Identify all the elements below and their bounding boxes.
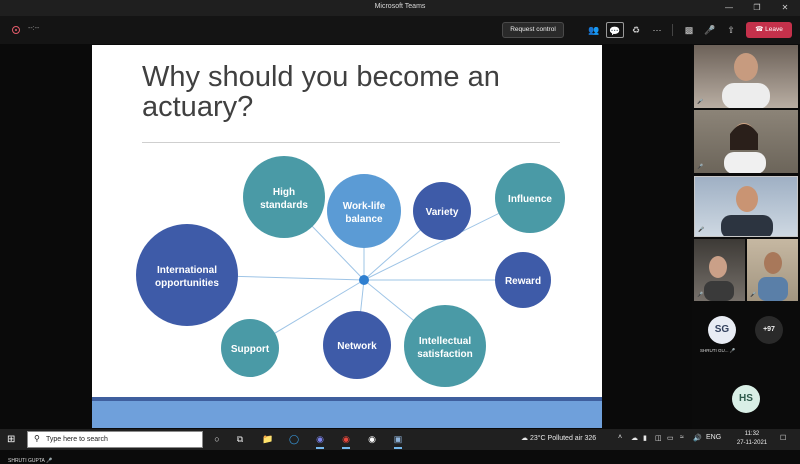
participant-avatar[interactable]: SG [708,316,736,344]
diagram-node: Reward [495,252,551,308]
windows-taskbar: ⊞ ⚲ Type here to search ○ ⧉ 📁 ◯ ◉ ◉ ◉ ▣ … [0,429,800,450]
close-window-button[interactable]: ✕ [774,0,796,16]
diagram-node-label: Intellectual [419,336,471,347]
diagram-node-label: Reward [505,276,541,287]
taskbar-clock[interactable]: 11:32 27-11-2021 [730,430,774,448]
notification-icon[interactable]: ☐ [780,434,786,442]
hub-diagram: High standards Work-life balance Variety Infl… [136,156,565,387]
mic-icon: 🎤 [697,164,704,170]
battery-icon[interactable]: ▮ [643,434,647,442]
mic-icon: 🎤 [698,227,705,233]
task-view-icon[interactable]: ⧉ [232,432,248,447]
weather-text: 23°C Polluted air 326 [529,435,597,442]
camera-icon[interactable]: ▩ [680,22,698,38]
drive-icon[interactable]: ▭ [667,434,674,442]
show-hidden-icons[interactable]: ˄ [618,434,622,441]
participant-name-label: SHRUTI GU... 🎤 [700,348,736,353]
diagram-nodes: High standards Work-life balance Variety Infl… [136,156,565,387]
leave-label: Leave [765,26,783,33]
breakout-icon[interactable]: ♻ [627,22,645,38]
share-icon[interactable]: ⇧ [722,22,740,38]
participant-video-tile[interactable]: 🎤 [694,45,798,108]
diagram-node-label: Support [231,344,270,355]
diagram-node: High standards [243,156,325,238]
diagram-node-label: satisfaction [417,349,473,360]
diagram-node-label: standards [260,200,308,211]
diagram-node-label: Influence [508,194,552,205]
volume-icon[interactable]: 🔊 [693,434,702,442]
diagram-node-label: High [273,187,295,198]
presenter-name: SHRUTI GUPTA [8,458,45,464]
diagram-node: Network [323,311,391,379]
diagram-node: Support [221,319,279,377]
network-icon[interactable]: ☁ [631,434,638,442]
taskbar-search-box[interactable]: ⚲ Type here to search [27,431,203,448]
person-silhouette [724,123,766,173]
cortana-icon[interactable]: ○ [209,432,225,447]
teams-icon[interactable]: ◉ [312,432,328,449]
diagram-node: Intellectual satisfaction [404,305,486,387]
window-title: Microsoft Teams [374,3,426,10]
mic-icon: 🎤 [697,99,704,105]
diagram-node-label: Network [337,341,377,352]
edge-icon[interactable]: ◯ [286,432,302,447]
wifi-icon[interactable]: ≈ [680,434,684,441]
mic-icon: 🎤 [750,292,757,298]
diagram-node: International opportunities [136,224,238,326]
people-icon[interactable]: 👥 [585,22,603,38]
obs-icon[interactable]: ◉ [364,432,380,447]
more-icon[interactable]: ⋯ [648,22,666,38]
file-explorer-icon[interactable]: 📁 [260,432,276,447]
maximize-button[interactable]: ❐ [746,0,768,16]
search-icon: ⚲ [34,434,40,443]
shared-screen-stage: Why should you become an actuary? High st… [0,44,692,464]
person-silhouette [721,186,773,236]
chat-tray-icon[interactable]: ◫ [655,434,662,442]
slide-footer-bar [92,401,602,428]
diagram-node-label: International [157,265,217,276]
minimize-button[interactable]: — [718,0,740,16]
request-control-button[interactable]: Request control [502,22,564,38]
person-silhouette [722,53,770,108]
more-participants-button[interactable]: +97 [755,316,783,344]
hub-dot [359,275,369,285]
chat-icon[interactable]: 💬 [606,22,624,38]
photos-icon[interactable]: ▣ [390,432,406,449]
participant-video-tile[interactable]: 🎤 [694,110,798,173]
presenter-name-label: SHRUTI GUPTA 🎤 [8,458,53,464]
participant-video-tile[interactable]: 🎤 [694,176,798,237]
mic-icon[interactable]: 🎤 [701,22,719,38]
diagram-node-label: Work-life [343,201,386,212]
presentation-slide: Why should you become an actuary? High st… [92,45,602,428]
diagram-node-label: opportunities [155,278,219,289]
diagram-node-label: balance [345,214,383,225]
participant-avatar[interactable]: HS [732,385,760,413]
recording-icon [12,26,20,34]
search-placeholder: Type here to search [46,436,108,443]
clock-time: 11:32 [744,431,760,437]
leave-button[interactable]: ☎ Leave [746,22,792,38]
diagram-node: Variety [413,182,471,240]
clock-date: 27-11-2021 [736,440,768,446]
participant-video-tile[interactable]: 🎤 [694,239,745,301]
participant-gallery: 🎤 🎤 🎤 🎤 🎤 SG SHRUTI GU... 🎤 +97 HS [692,44,800,429]
meeting-timer: --:-- [28,25,40,32]
window-titlebar: Microsoft Teams — ❐ ✕ [0,0,800,16]
chrome-icon[interactable]: ◉ [338,432,354,449]
diagram-node-label: Variety [426,207,459,218]
meeting-toolbar: --:-- Request control 👥 💬 ♻ ⋯ ▩ 🎤 ⇧ ☎ Le… [0,16,800,44]
participant-name: SHRUTI GU... [700,348,729,353]
windows-start-icon[interactable]: ⊞ [7,434,15,445]
toolbar-divider [672,24,673,36]
participant-video-tile[interactable]: 🎤 [747,239,798,301]
weather-widget[interactable]: ☁ 23°C Polluted air 326 [521,434,596,442]
weather-icon: ☁ [521,435,528,442]
diagram-node: Influence [495,163,565,233]
language-indicator[interactable]: ENG [706,434,721,441]
diagram-node: Work-life balance [327,174,401,248]
mic-icon: 🎤 [697,292,704,298]
